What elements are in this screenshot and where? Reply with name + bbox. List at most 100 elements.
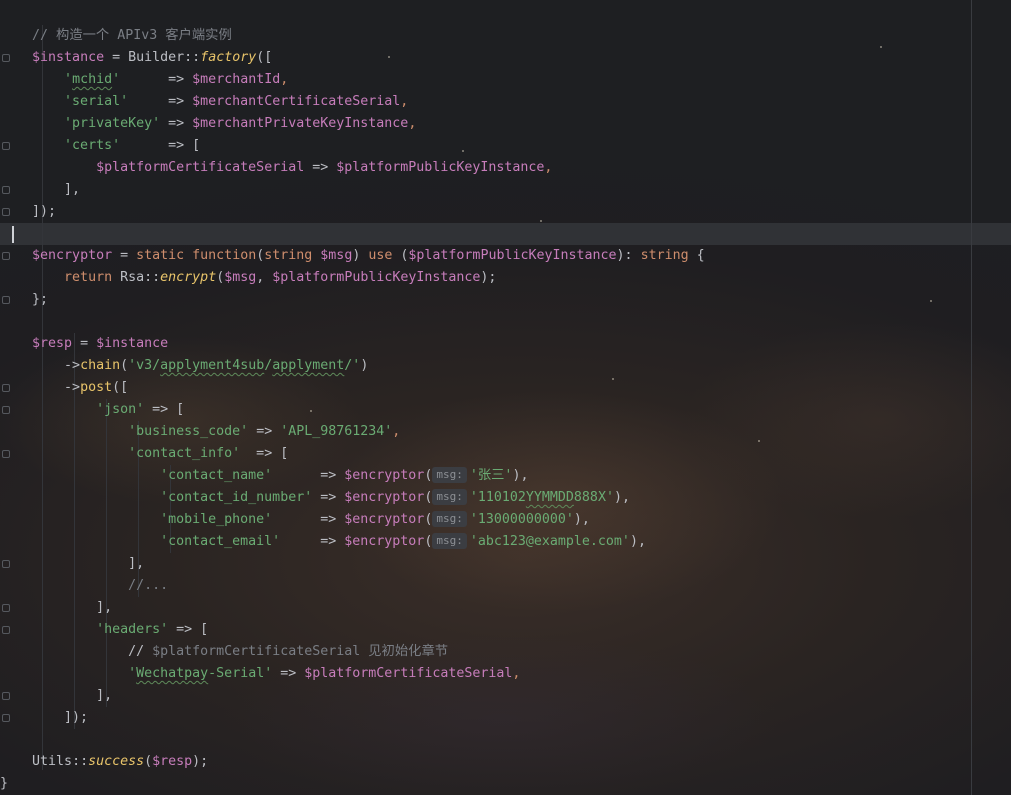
- code-token: (: [424, 468, 433, 483]
- code-token: ': [64, 72, 73, 87]
- code-token: $instance: [96, 336, 169, 351]
- code-token: =>: [120, 72, 193, 87]
- code-token: 'APL_98761234': [280, 424, 393, 439]
- code-token: => [: [240, 446, 289, 461]
- code-token: 'v3/: [128, 358, 161, 373]
- code-line[interactable]: 'json' => [: [0, 399, 705, 421]
- code-token: (: [424, 490, 433, 505]
- code-line[interactable]: //...: [0, 575, 705, 597]
- code-token: 'contact_id_number': [160, 490, 313, 505]
- code-token: =>: [272, 512, 345, 527]
- code-line[interactable]: };: [0, 289, 705, 311]
- code-token: ': [112, 72, 121, 87]
- code-token: ::: [144, 270, 161, 285]
- code-token: $platformPublicKeyInstance: [272, 270, 481, 285]
- code-token: ::: [184, 50, 201, 65]
- code-token: };: [0, 292, 49, 307]
- code-token: =>: [128, 94, 193, 109]
- code-token: ):: [616, 248, 641, 263]
- code-token: );: [192, 754, 209, 769]
- code-line[interactable]: ],: [0, 597, 705, 619]
- code-line[interactable]: ->chain('v3/applyment4sub/applyment/'): [0, 355, 705, 377]
- code-token: mchid: [72, 72, 113, 87]
- code-line[interactable]: 'privateKey' => $merchantPrivateKeyInsta…: [0, 113, 705, 135]
- code-token: 'headers': [96, 622, 169, 637]
- code-token: $platformCertificateSerial: [304, 666, 513, 681]
- code-token: =: [104, 50, 129, 65]
- code-token: 构造一个 APIv3 客户端实例: [56, 28, 232, 43]
- background-star: [758, 440, 760, 442]
- code-token: $msg: [320, 248, 353, 263]
- code-line[interactable]: $instance = Builder::factory([: [0, 47, 705, 69]
- code-token: factory: [200, 50, 257, 65]
- code-line[interactable]: [0, 729, 705, 751]
- parameter-hint: msg:: [432, 467, 467, 483]
- code-token: =>: [272, 468, 345, 483]
- code-line[interactable]: 'Wechatpay-Serial' => $platformCertifica…: [0, 663, 705, 685]
- parameter-hint: msg:: [432, 511, 467, 527]
- code-token: ): [360, 358, 369, 373]
- code-token: $platformCertificateSerial: [96, 160, 305, 175]
- code-token: 'contact_email': [160, 534, 281, 549]
- code-token: string: [640, 248, 689, 263]
- code-line[interactable]: Utils::success($resp);: [0, 751, 705, 773]
- code-line[interactable]: 'contact_name' => $encryptor(msg: '张三'),: [0, 465, 705, 487]
- code-line[interactable]: [0, 311, 705, 333]
- code-token: ,: [392, 424, 401, 439]
- code-token: return: [64, 270, 113, 285]
- code-line[interactable]: 'contact_info' => [: [0, 443, 705, 465]
- code-token: 'abc123@example.com': [469, 534, 630, 549]
- code-line[interactable]: [0, 223, 705, 245]
- code-token: ,: [408, 116, 417, 131]
- code-line[interactable]: $resp = $instance: [0, 333, 705, 355]
- code-line[interactable]: 'mobile_phone' => $encryptor(msg: '130000…: [0, 509, 705, 531]
- code-token: ),: [512, 468, 529, 483]
- code-editor[interactable]: // 构造一个 APIv3 客户端实例 $instance = Builder:…: [0, 0, 1011, 795]
- code-line[interactable]: 'serial' => $merchantCertificateSerial,: [0, 91, 705, 113]
- code-token: $merchantPrivateKeyInstance: [192, 116, 409, 131]
- code-token: =>: [248, 424, 281, 439]
- code-token: =>: [272, 666, 305, 681]
- code-line[interactable]: // $platformCertificateSerial 见初始化章节: [0, 641, 705, 663]
- code-token: ->: [0, 358, 81, 373]
- code-token: Rsa: [120, 270, 145, 285]
- code-token: {: [688, 248, 705, 263]
- code-token: ,: [256, 270, 273, 285]
- code-line[interactable]: ]);: [0, 201, 705, 223]
- code-token: => [: [144, 402, 185, 417]
- code-token: Builder: [128, 50, 185, 65]
- code-line[interactable]: 'certs' => [: [0, 135, 705, 157]
- code-line[interactable]: ]);: [0, 707, 705, 729]
- code-line[interactable]: ],: [0, 685, 705, 707]
- background-star: [930, 300, 932, 302]
- code-token: applyment: [272, 358, 345, 373]
- code-line[interactable]: // 构造一个 APIv3 客户端实例: [0, 25, 705, 47]
- code-token: $platformPublicKeyInstance: [408, 248, 617, 263]
- code-token: ],: [0, 182, 81, 197]
- code-line[interactable]: ],: [0, 179, 705, 201]
- code-line[interactable]: }: [0, 773, 705, 795]
- code-line[interactable]: return Rsa::encrypt($msg, $platformPubli…: [0, 267, 705, 289]
- code-line[interactable]: ->post([: [0, 377, 705, 399]
- code-line[interactable]: 'headers' => [: [0, 619, 705, 641]
- code-line[interactable]: 'contact_email' => $encryptor(msg:'abc12…: [0, 531, 705, 553]
- code-token: =: [72, 336, 97, 351]
- code-token: ,: [280, 72, 289, 87]
- code-line[interactable]: 'mchid' => $merchantId,: [0, 69, 705, 91]
- code-line[interactable]: ],: [0, 553, 705, 575]
- code-token: $encryptor: [344, 490, 425, 505]
- code-line[interactable]: $platformCertificateSerial => $platformP…: [0, 157, 705, 179]
- code-line[interactable]: 'contact_id_number' => $encryptor(msg: '1…: [0, 487, 705, 509]
- code-line[interactable]: 'business_code' => 'APL_98761234',: [0, 421, 705, 443]
- code-line[interactable]: $encryptor = static function (string $msg…: [0, 245, 705, 267]
- code-content[interactable]: // 构造一个 APIv3 客户端实例 $instance = Builder:…: [0, 25, 705, 795]
